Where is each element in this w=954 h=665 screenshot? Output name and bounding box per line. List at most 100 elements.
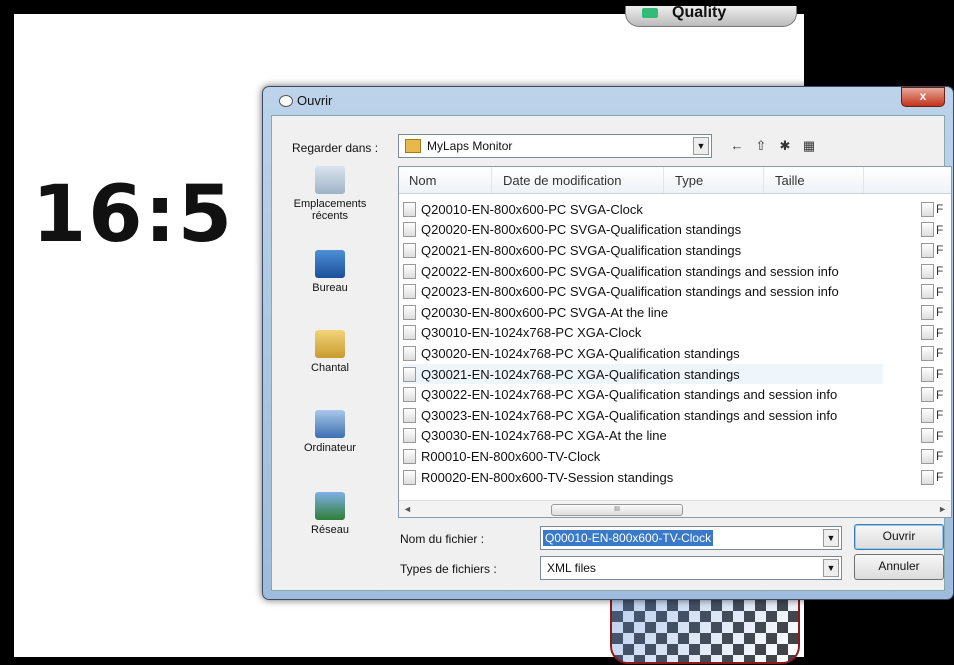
- file-row[interactable]: Q20023-EN-800x600-PC SVGA-Qualification …: [403, 281, 883, 302]
- column-name[interactable]: Nom: [409, 173, 436, 188]
- dialog-title: Ouvrir: [297, 93, 333, 108]
- xml-file-icon: [403, 345, 416, 361]
- xml-file-icon: [921, 345, 934, 361]
- right-column-letter: F: [936, 264, 944, 279]
- place-network[interactable]: Réseau: [280, 492, 380, 536]
- file-list[interactable]: Nom Date de modification Type Taille Q20…: [398, 166, 952, 518]
- file-row[interactable]: Q30023-EN-1024x768-PC XGA-Qualification …: [403, 405, 883, 426]
- column-headers: Nom Date de modification Type Taille: [399, 167, 951, 194]
- right-column-item[interactable]: F: [921, 426, 951, 447]
- file-name: Q20030-EN-800x600-PC SVGA-At the line: [421, 304, 669, 320]
- right-column-item[interactable]: F: [921, 199, 951, 220]
- checkered-flag-image: [610, 598, 800, 664]
- new-folder-icon[interactable]: ✱: [776, 138, 794, 154]
- xml-file-icon: [403, 407, 416, 423]
- right-column-letter: F: [936, 449, 944, 464]
- file-name: Q30022-EN-1024x768-PC XGA-Qualification …: [421, 387, 838, 403]
- computer-icon: [315, 410, 345, 438]
- right-column-item[interactable]: F: [921, 364, 951, 385]
- view-menu-icon[interactable]: ▦: [800, 138, 818, 154]
- file-name: Q20022-EN-800x600-PC SVGA-Qualification …: [421, 263, 839, 279]
- place-label: Réseau: [311, 524, 349, 536]
- xml-file-icon: [403, 201, 416, 217]
- column-date[interactable]: Date de modification: [503, 173, 622, 188]
- file-row[interactable]: Q30030-EN-1024x768-PC XGA-At the line: [403, 426, 883, 447]
- xml-file-icon: [403, 428, 416, 444]
- cancel-button[interactable]: Annuler: [854, 554, 944, 580]
- place-label: Emplacements récents: [293, 198, 367, 222]
- places-bar: Emplacements récents Bureau Chantal Ordi…: [280, 166, 380, 586]
- file-row[interactable]: Q20021-EN-800x600-PC SVGA-Qualification …: [403, 240, 883, 261]
- look-in-combo[interactable]: MyLaps Monitor ▼: [398, 134, 712, 158]
- file-row[interactable]: R00010-EN-800x600-TV-Clock: [403, 446, 883, 467]
- filename-field[interactable]: Q00010-EN-800x600-TV-Clock ▼: [540, 526, 842, 550]
- right-column-letter: F: [936, 243, 944, 258]
- right-column-item[interactable]: F: [921, 323, 951, 344]
- scroll-thumb[interactable]: III: [551, 504, 683, 516]
- file-row[interactable]: Q20020-EN-800x600-PC SVGA-Qualification …: [403, 220, 883, 241]
- right-column-item[interactable]: F: [921, 467, 951, 488]
- right-column-letter: F: [936, 222, 944, 237]
- place-label: Bureau: [312, 282, 348, 294]
- right-column-item[interactable]: F: [921, 261, 951, 282]
- filetype-select[interactable]: XML files ▼: [540, 556, 842, 580]
- right-column-letter: F: [936, 346, 944, 361]
- file-name: Q30010-EN-1024x768-PC XGA-Clock: [421, 325, 642, 341]
- file-row[interactable]: R00020-EN-800x600-TV-Session standings: [403, 467, 883, 488]
- file-row[interactable]: Q20030-EN-800x600-PC SVGA-At the line: [403, 302, 883, 323]
- file-row[interactable]: Q30021-EN-1024x768-PC XGA-Qualification …: [403, 363, 883, 385]
- close-button[interactable]: x: [901, 87, 945, 107]
- right-column-item[interactable]: F: [921, 220, 951, 241]
- filetype-label: Types de fichiers :: [400, 562, 497, 576]
- chevron-down-icon[interactable]: ▼: [693, 137, 709, 155]
- open-button[interactable]: Ouvrir: [854, 524, 944, 550]
- place-desktop[interactable]: Bureau: [280, 250, 380, 294]
- file-name: R00010-EN-800x600-TV-Clock: [421, 448, 601, 464]
- file-row[interactable]: Q20010-EN-800x600-PC SVGA-Clock: [403, 199, 883, 220]
- xml-file-icon: [921, 387, 934, 403]
- right-column-item[interactable]: F: [921, 343, 951, 364]
- place-label: Ordinateur: [304, 442, 356, 454]
- xml-file-icon: [921, 201, 934, 217]
- dialog-app-icon: [279, 95, 293, 107]
- chevron-down-icon[interactable]: ▼: [823, 529, 839, 547]
- xml-file-icon: [403, 304, 416, 320]
- right-column-letter: F: [936, 367, 944, 382]
- quality-tab[interactable]: Quality: [625, 5, 797, 27]
- xml-file-icon: [403, 263, 416, 279]
- scroll-right-icon[interactable]: ►: [938, 504, 947, 514]
- chevron-down-icon[interactable]: ▼: [823, 559, 839, 577]
- right-column-item[interactable]: F: [921, 384, 951, 405]
- file-name: Q20020-EN-800x600-PC SVGA-Qualification …: [421, 222, 742, 238]
- place-computer[interactable]: Ordinateur: [280, 410, 380, 454]
- column-size[interactable]: Taille: [775, 173, 805, 188]
- right-column-item[interactable]: F: [921, 446, 951, 467]
- xml-file-icon: [921, 222, 934, 238]
- place-recent[interactable]: Emplacements récents: [280, 166, 380, 222]
- right-column-item[interactable]: F: [921, 240, 951, 261]
- xml-file-icon: [403, 387, 416, 403]
- look-in-value: MyLaps Monitor: [427, 139, 513, 153]
- scroll-left-icon[interactable]: ◄: [403, 504, 412, 514]
- file-name: Q30021-EN-1024x768-PC XGA-Qualification …: [421, 366, 740, 382]
- file-row[interactable]: Q30010-EN-1024x768-PC XGA-Clock: [403, 323, 883, 344]
- right-column-item[interactable]: F: [921, 302, 951, 323]
- xml-file-icon: [403, 448, 416, 464]
- quality-icon: [642, 8, 658, 18]
- right-column: FFFFFFFFFFFFFF: [921, 199, 951, 487]
- column-type[interactable]: Type: [675, 173, 703, 188]
- back-arrow-icon[interactable]: ←: [728, 138, 746, 154]
- file-row[interactable]: Q30020-EN-1024x768-PC XGA-Qualification …: [403, 343, 883, 364]
- up-folder-icon[interactable]: ⇧: [752, 138, 770, 154]
- place-user[interactable]: Chantal: [280, 330, 380, 374]
- file-row[interactable]: Q20022-EN-800x600-PC SVGA-Qualification …: [403, 261, 883, 282]
- right-column-item[interactable]: F: [921, 405, 951, 426]
- file-name: R00020-EN-800x600-TV-Session standings: [421, 469, 674, 485]
- clock-display: 16:5: [32, 170, 235, 260]
- right-column-letter: F: [936, 408, 944, 423]
- horizontal-scrollbar[interactable]: ◄ III ►: [399, 500, 951, 517]
- right-column-item[interactable]: F: [921, 281, 951, 302]
- xml-file-icon: [403, 469, 416, 485]
- dialog-titlebar[interactable]: Ouvrir x: [263, 87, 953, 113]
- file-row[interactable]: Q30022-EN-1024x768-PC XGA-Qualification …: [403, 384, 883, 405]
